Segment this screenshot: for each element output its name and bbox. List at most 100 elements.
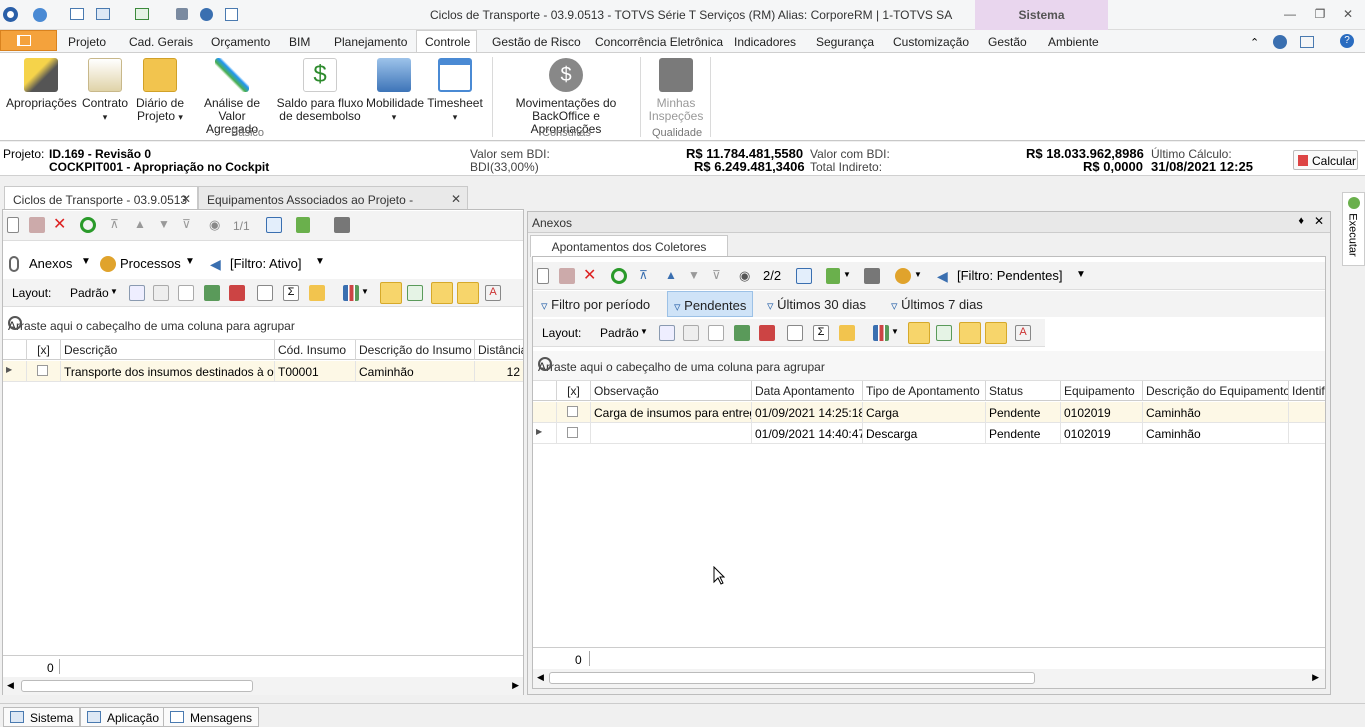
next-record-icon[interactable]: ▼ [158,217,174,233]
attach-export-icon[interactable] [296,217,310,233]
processos-button[interactable]: Processos [120,256,181,271]
layout-columns-icon[interactable] [178,285,194,301]
file-menu-button[interactable] [0,30,57,51]
anexos-button[interactable]: Anexos [29,256,72,271]
cell-descricao-insumo[interactable]: Caminhão [356,361,475,382]
chart-dropdown-icon[interactable]: ▼ [891,327,899,336]
table-row[interactable]: Carga de insumos para entrega 01/09/2021… [533,402,1325,423]
minimize-icon[interactable]: — [1282,7,1298,23]
view-toggle-3-icon[interactable] [431,282,453,304]
panel-close-icon[interactable]: ✕ [1314,214,1324,228]
refresh-icon[interactable] [80,217,96,233]
layout-delete-icon[interactable] [153,285,169,301]
processos-dropdown-icon[interactable]: ▼ [914,270,922,279]
edit-icon[interactable] [559,268,575,284]
timesheet-button[interactable]: Timesheet ▾ [426,55,484,124]
find-icon[interactable]: ◉ [739,268,755,284]
filter-7-dias-button[interactable]: ▿ Últimos 7 dias [885,291,989,317]
table-row[interactable]: ▶ Transporte dos insumos destinados à ob… [3,361,523,382]
next-record-icon[interactable]: ▼ [688,268,704,284]
quick-access-tools-icon[interactable] [176,8,188,20]
font-icon[interactable]: A [1015,325,1031,341]
menu-indicadores[interactable]: Indicadores [734,35,796,49]
mobilidade-button[interactable]: Mobilidade ▾ [366,55,424,124]
scroll-thumb[interactable] [21,680,253,692]
help-icon[interactable]: ? [1340,34,1354,48]
cell-observacao[interactable] [591,423,752,444]
col-status[interactable]: Status [986,381,1061,401]
movimentacoes-backoffice-button[interactable]: $ Movimentações do BackOffice e Apropria… [498,55,634,136]
layout-import-icon[interactable] [734,325,750,341]
edit-icon[interactable] [29,217,45,233]
font-icon[interactable]: A [485,285,501,301]
view-toggle-3-icon[interactable] [959,322,981,344]
menu-cad-gerais[interactable]: Cad. Gerais [129,35,193,49]
menu-seguranca[interactable]: Segurança [816,35,874,49]
layout-save-icon[interactable] [129,285,145,301]
status-aplicacao-button[interactable]: Aplicação [80,707,167,727]
contrato-button[interactable]: Contrato ▾ [80,55,130,124]
view-toggle-2-icon[interactable] [407,285,423,301]
diario-projeto-button[interactable]: Diário de Projeto ▾ [134,55,186,124]
close-icon[interactable]: ✕ [1340,7,1356,23]
cell-tipo-apontamento[interactable]: Carga [863,402,986,423]
last-record-icon[interactable]: ⊽ [712,268,728,284]
executar-side-tab[interactable]: Executar [1342,192,1365,266]
cell-identif[interactable] [1289,423,1325,444]
menu-controle[interactable]: Controle [425,35,470,49]
chart-dropdown-icon[interactable]: ▼ [361,287,369,296]
filtro-ativo-button[interactable]: [Filtro: Ativo] [230,256,302,271]
chart-icon[interactable] [343,285,359,301]
quick-access-window-icon[interactable] [70,8,84,20]
view-toggle-2-icon[interactable] [936,325,952,341]
menu-ambiente[interactable]: Ambiente [1048,35,1099,49]
col-data-apontamento[interactable]: Data Apontamento [752,381,863,401]
col-tipo-apontamento[interactable]: Tipo de Apontamento [863,381,986,401]
delete-icon[interactable]: ✕ [53,217,69,233]
search-icon[interactable] [8,316,22,330]
quick-access-export-icon[interactable] [135,8,149,20]
quick-access-web-icon[interactable] [200,8,213,21]
menu-customizacao[interactable]: Customização [893,35,969,49]
first-record-icon[interactable]: ⊼ [639,268,655,284]
checkbox[interactable] [567,427,578,438]
search-icon[interactable] [538,357,552,371]
scroll-left-icon[interactable]: ◀ [537,672,544,683]
print-icon[interactable] [864,268,880,284]
cell-data-apontamento[interactable]: 01/09/2021 14:25:18 [752,402,863,423]
menu-orcamento[interactable]: Orçamento [211,35,270,49]
tab-equipamentos-associados[interactable]: Equipamentos Associados ao Projeto - 03.… [198,186,468,221]
export-dropdown-icon[interactable]: ▼ [843,270,851,279]
delete-icon[interactable]: ✕ [583,268,599,284]
checkbox[interactable] [37,365,48,376]
pin-icon[interactable]: ♦ [1298,215,1304,227]
help-globe-icon[interactable] [1273,35,1287,49]
menu-concorrencia[interactable]: Concorrência Eletrônica [595,35,723,49]
filtro-dropdown-icon[interactable]: ▼ [315,256,325,267]
processos-dropdown-icon[interactable]: ▼ [185,256,195,267]
cell-descricao-equipamento[interactable]: Caminhão [1143,402,1289,423]
restore-icon[interactable]: ❐ [1312,7,1328,23]
cell-cod-insumo[interactable]: T00001 [275,361,356,382]
row-checkbox[interactable] [557,402,591,423]
first-record-icon[interactable]: ⊼ [110,217,126,233]
processos-icon[interactable] [895,268,911,284]
layout-sum-icon[interactable]: Σ [283,285,299,301]
col-equipamento[interactable]: Equipamento [1061,381,1143,401]
menu-gestao[interactable]: Gestão [988,35,1027,49]
print-icon[interactable] [334,217,350,233]
cell-tipo-apontamento[interactable]: Descarga [863,423,986,444]
left-horizontal-scrollbar[interactable]: ◀ ▶ [3,677,523,695]
view-toggle-4-icon[interactable] [457,282,479,304]
menu-gestao-de-risco[interactable]: Gestão de Risco [492,35,581,49]
refresh-icon[interactable] [611,268,627,284]
scroll-right-icon[interactable]: ▶ [512,680,519,691]
close-tab-icon[interactable]: ✕ [451,192,461,206]
row-checkbox[interactable] [557,423,591,444]
menu-projeto[interactable]: Projeto [68,35,106,49]
layout-export-icon[interactable] [759,325,775,341]
layout-columns-icon[interactable] [708,325,724,341]
layout-delete-icon[interactable] [683,325,699,341]
col-select[interactable]: [x] [557,381,591,401]
layout-import-icon[interactable] [204,285,220,301]
